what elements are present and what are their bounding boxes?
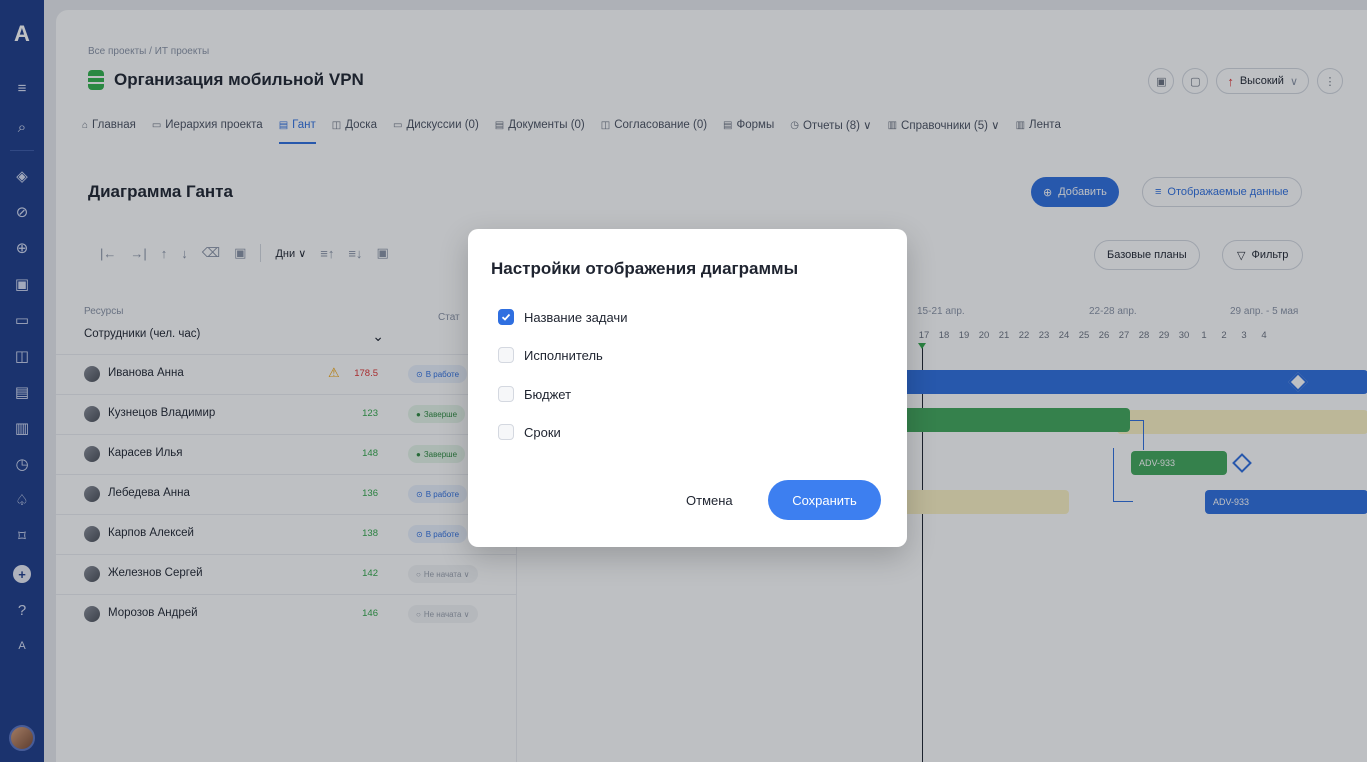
option-label: Сроки [524, 424, 561, 440]
dialog-title: Настройки отображения диаграммы [491, 259, 799, 278]
cancel-button[interactable]: Отмена [674, 480, 745, 520]
option-label: Исполнитель [524, 347, 603, 363]
checkbox[interactable] [498, 424, 514, 440]
option-assignee[interactable]: Исполнитель [498, 346, 603, 364]
display-settings-dialog: Настройки отображения диаграммы Название… [468, 229, 907, 547]
option-dates[interactable]: Сроки [498, 423, 561, 441]
option-task-name[interactable]: Название задачи [498, 308, 627, 326]
checkbox[interactable] [498, 386, 514, 402]
save-button[interactable]: Сохранить [768, 480, 881, 520]
option-label: Название задачи [524, 309, 628, 325]
option-label: Бюджет [524, 386, 572, 402]
checkbox[interactable] [498, 309, 514, 325]
option-budget[interactable]: Бюджет [498, 385, 571, 403]
checkmark-icon [501, 313, 511, 321]
checkbox[interactable] [498, 347, 514, 363]
